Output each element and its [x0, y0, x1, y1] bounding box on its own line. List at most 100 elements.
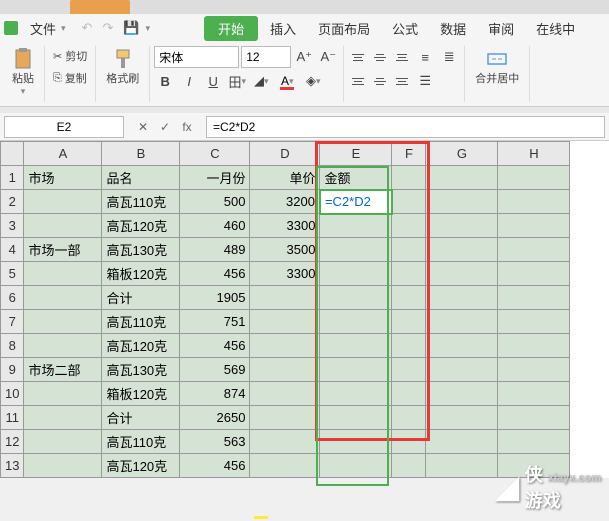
cell-C7[interactable]: 751 [180, 310, 250, 334]
cell-B1[interactable]: 品名 [102, 166, 180, 190]
copy-button[interactable]: ⎘复制 [49, 68, 91, 88]
font-size-select[interactable] [241, 46, 291, 68]
cell-D5[interactable]: 3300 [250, 262, 320, 286]
merge-center-button[interactable]: 合并居中 [469, 46, 525, 88]
col-header-F[interactable]: F [392, 142, 426, 166]
cell-G11[interactable] [426, 406, 498, 430]
cell-C13[interactable]: 456 [180, 454, 250, 478]
cell-E9[interactable] [320, 358, 392, 382]
cell-H3[interactable] [498, 214, 570, 238]
cell-D2[interactable]: 3200 [250, 190, 320, 214]
cell-F5[interactable] [392, 262, 426, 286]
font-name-select[interactable] [154, 46, 239, 68]
cell-D13[interactable] [250, 454, 320, 478]
cell-C5[interactable]: 456 [180, 262, 250, 286]
cell-E5[interactable] [320, 262, 392, 286]
cell-E11[interactable] [320, 406, 392, 430]
row-header-7[interactable]: 7 [1, 310, 24, 334]
cell-E6[interactable] [320, 286, 392, 310]
cell-D11[interactable] [250, 406, 320, 430]
cell-B7[interactable]: 高瓦110克 [102, 310, 180, 334]
col-header-G[interactable]: G [426, 142, 498, 166]
cell-H11[interactable] [498, 406, 570, 430]
cell-B9[interactable]: 高瓦130克 [102, 358, 180, 382]
italic-button[interactable]: I [178, 70, 200, 92]
cut-button[interactable]: ✂剪切 [49, 46, 91, 66]
cell-H2[interactable] [498, 190, 570, 214]
cell-H8[interactable] [498, 334, 570, 358]
cell-H6[interactable] [498, 286, 570, 310]
cell-A5[interactable] [24, 262, 102, 286]
cell-A7[interactable] [24, 310, 102, 334]
cell-B2[interactable]: 高瓦110克 [102, 190, 180, 214]
cell-C3[interactable]: 460 [180, 214, 250, 238]
align-right-button[interactable] [392, 72, 412, 90]
cell-F10[interactable] [392, 382, 426, 406]
cell-G5[interactable] [426, 262, 498, 286]
tab-online[interactable]: 在线中 [526, 15, 585, 42]
format-painter-button[interactable]: 格式刷 [100, 46, 145, 88]
cell-D12[interactable] [250, 430, 320, 454]
cell-E3[interactable] [320, 214, 392, 238]
bold-button[interactable]: B [154, 70, 176, 92]
cell-A3[interactable] [24, 214, 102, 238]
cell-A2[interactable] [24, 190, 102, 214]
cell-G7[interactable] [426, 310, 498, 334]
align-middle-button[interactable] [370, 48, 390, 66]
cell-F13[interactable] [392, 454, 426, 478]
align-top-button[interactable] [348, 48, 368, 66]
col-header-E[interactable]: E [320, 142, 392, 166]
cell-B11[interactable]: 合计 [102, 406, 180, 430]
cell-B5[interactable]: 箱板120克 [102, 262, 180, 286]
cell-C4[interactable]: 489 [180, 238, 250, 262]
cell-A8[interactable] [24, 334, 102, 358]
cell-C9[interactable]: 569 [180, 358, 250, 382]
cell-E13[interactable] [320, 454, 392, 478]
cell-B3[interactable]: 高瓦120克 [102, 214, 180, 238]
cell-A10[interactable] [24, 382, 102, 406]
cell-A6[interactable] [24, 286, 102, 310]
cell-F1[interactable] [392, 166, 426, 190]
cell-D7[interactable] [250, 310, 320, 334]
cell-B13[interactable]: 高瓦120克 [102, 454, 180, 478]
col-header-C[interactable]: C [180, 142, 250, 166]
cell-B12[interactable]: 高瓦110克 [102, 430, 180, 454]
cell-F11[interactable] [392, 406, 426, 430]
cell-C11[interactable]: 2650 [180, 406, 250, 430]
cell-E7[interactable] [320, 310, 392, 334]
paste-button[interactable]: 粘贴▾ [6, 46, 40, 99]
cell-F2[interactable] [392, 190, 426, 214]
cell-H1[interactable] [498, 166, 570, 190]
cell-E8[interactable] [320, 334, 392, 358]
cell-E10[interactable] [320, 382, 392, 406]
cell-D9[interactable] [250, 358, 320, 382]
row-header-12[interactable]: 12 [1, 430, 24, 454]
underline-button[interactable]: U [202, 70, 224, 92]
row-header-1[interactable]: 1 [1, 166, 24, 190]
cell-F6[interactable] [392, 286, 426, 310]
cell-H12[interactable] [498, 430, 570, 454]
decrease-font-button[interactable]: A⁻ [317, 46, 339, 68]
col-header-D[interactable]: D [250, 142, 320, 166]
accept-formula-button[interactable]: ✓ [156, 118, 174, 136]
cell-F12[interactable] [392, 430, 426, 454]
cell-G1[interactable] [426, 166, 498, 190]
cell-D1[interactable]: 单价 [250, 166, 320, 190]
cell-E4[interactable] [320, 238, 392, 262]
tab-formula[interactable]: 公式 [382, 15, 428, 42]
cell-F9[interactable] [392, 358, 426, 382]
indent-left-button[interactable]: ≡ [414, 46, 436, 68]
row-header-3[interactable]: 3 [1, 214, 24, 238]
cell-D10[interactable] [250, 382, 320, 406]
cell-G3[interactable] [426, 214, 498, 238]
row-header-8[interactable]: 8 [1, 334, 24, 358]
select-all-corner[interactable] [1, 142, 24, 166]
col-header-A[interactable]: A [24, 142, 102, 166]
cell-D8[interactable] [250, 334, 320, 358]
save-icon[interactable]: 💾 [119, 20, 143, 36]
document-tab[interactable] [70, 0, 130, 14]
align-center-button[interactable] [370, 72, 390, 90]
cell-G10[interactable] [426, 382, 498, 406]
border-button[interactable]: 田▾ [226, 70, 248, 92]
cell-G8[interactable] [426, 334, 498, 358]
